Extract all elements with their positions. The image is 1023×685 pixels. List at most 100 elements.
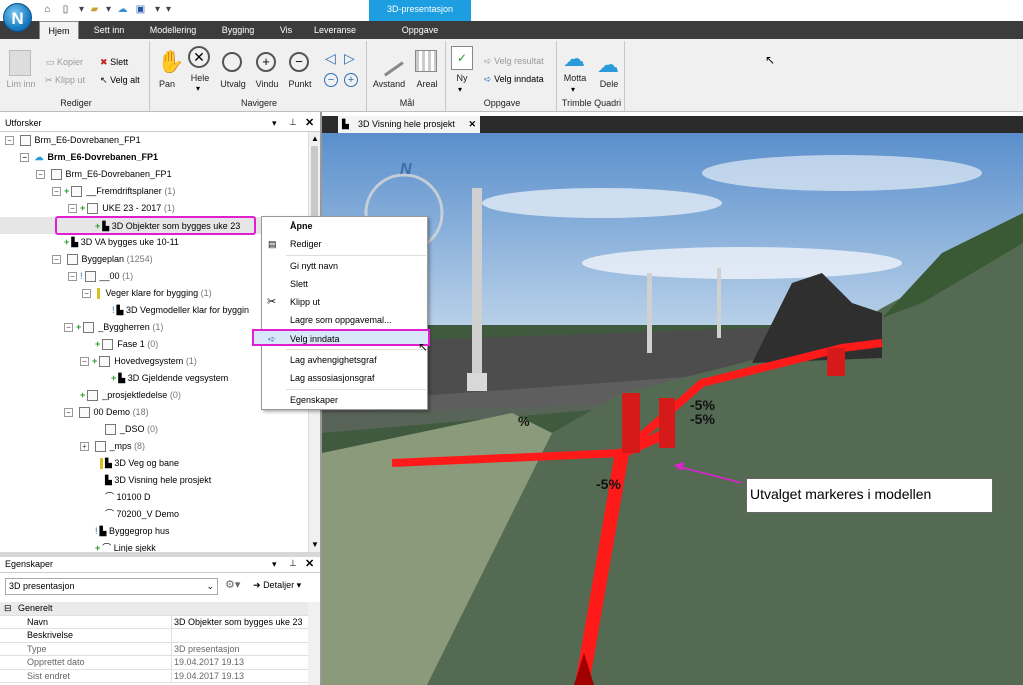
tree-item[interactable]: − + Hovedvegsystem (1) (80, 353, 197, 370)
tree-item[interactable]: + ▙ 3D Gjeldende vegsystem (111, 370, 228, 387)
tree-item[interactable]: − 00 Demo (18) (64, 404, 149, 421)
tab-sett-inn[interactable]: Sett inn (85, 21, 133, 39)
receive-button[interactable]: Motta (561, 73, 589, 83)
tree-item[interactable]: ! ▙ Byggegrop hus (95, 523, 169, 540)
close-tab-icon[interactable]: ✕ (468, 116, 476, 133)
panel-menu-icon[interactable]: ▾ (272, 118, 277, 129)
collapse-icon[interactable]: − (52, 255, 61, 265)
tree-item[interactable]: ▙ 3D Veg og bane (100, 455, 179, 472)
properties-scrollbar[interactable] (308, 602, 320, 685)
share-button[interactable]: Dele (595, 79, 623, 89)
details-button[interactable]: ➜ Detaljer ▾ (253, 580, 301, 591)
settings-gear-icon[interactable]: ⚙▾ (225, 578, 240, 591)
tree-item[interactable]: ⌒ 10100 D (105, 489, 151, 506)
pin-icon[interactable]: ⊥ (289, 117, 297, 128)
zoom-in-icon[interactable]: + (344, 73, 358, 87)
zoom-window-button[interactable]: Vindu (252, 79, 282, 89)
tree-item[interactable]: + ▙ 3D VA bygges uke 10-11 (64, 234, 179, 251)
tree-item[interactable]: − Veger klare for bygging (1) (82, 285, 212, 302)
menu-item-edit[interactable]: ▤ Rediger (262, 236, 427, 253)
new-task-button[interactable]: Ny (450, 73, 474, 83)
menu-item-association-graph[interactable]: Lag assosiasjonsgraf (262, 370, 427, 387)
cut-button[interactable]: ✂ Klipp ut (45, 75, 85, 86)
pan-button[interactable]: Pan (153, 79, 181, 89)
zoom-point-button[interactable]: Punkt (285, 79, 315, 89)
tree-item[interactable]: + _prosjektledelse (0) (80, 387, 181, 404)
tree-item-selected[interactable]: + ▙ 3D Objekter som bygges uke 23 (55, 216, 256, 235)
menu-item-dependency-graph[interactable]: Lag avhengighetsgraf (262, 352, 427, 369)
tree-item[interactable]: − + __Fremdriftsplaner (1) (52, 183, 175, 200)
tree-item[interactable]: −! __00 (1) (68, 268, 133, 285)
dropdown-arrow-icon[interactable]: ▾ (75, 3, 88, 16)
collapse-icon[interactable]: − (36, 170, 45, 180)
tree-item[interactable]: + _mps (8) (80, 438, 145, 455)
tree-item[interactable]: − ☁ Brm_E6-Dovrebanen_FP1 (20, 149, 158, 166)
menu-item-open[interactable]: Åpne (262, 218, 427, 235)
save-icon[interactable]: ▣ (134, 3, 147, 16)
distance-button[interactable]: Avstand (371, 79, 407, 89)
property-value[interactable] (171, 629, 308, 642)
collapse-icon[interactable]: − (68, 272, 77, 282)
menu-item-rename[interactable]: Gi nytt navn (262, 258, 427, 275)
document-tab[interactable]: ▙ 3D Visning hele prosjekt ✕ (338, 116, 480, 133)
previous-view-icon[interactable]: ◁ (325, 50, 336, 67)
tree-item[interactable]: ⌒ 70200_V Demo (105, 506, 179, 523)
property-row[interactable]: Navn 3D Objekter som bygges uke 23 (0, 615, 308, 629)
menu-item-cut[interactable]: ✂ Klipp ut (262, 294, 427, 311)
expand-icon[interactable]: + (80, 442, 89, 452)
tree-item[interactable]: _DSO (0) (105, 421, 158, 438)
collapse-icon[interactable]: − (5, 136, 14, 146)
collapse-icon[interactable]: ⊟ (4, 602, 12, 615)
select-input-button[interactable]: ➪ Velg inndata (484, 74, 544, 85)
tree-item[interactable]: + Fase 1 (0) (95, 336, 158, 353)
tree-item[interactable]: − Brm_E6-Dovrebanen_FP1 (5, 132, 141, 149)
tree-item[interactable]: ! ▙ 3D Vegmodeller klar for byggin (112, 302, 249, 319)
property-row[interactable]: Beskrivelse (0, 629, 308, 643)
collapse-icon[interactable]: − (64, 408, 73, 418)
collapse-icon[interactable]: − (80, 357, 89, 367)
tab-modellering[interactable]: Modellering (140, 21, 206, 39)
close-icon[interactable]: ✕ (305, 557, 314, 570)
tab-leveranse[interactable]: Leveranse (306, 21, 364, 39)
scroll-up-icon[interactable]: ▲ (311, 134, 319, 143)
properties-object-select[interactable]: 3D presentasjon ⌄ (5, 578, 218, 595)
customize-toolbar-icon[interactable]: ▾ (162, 3, 175, 16)
pin-icon[interactable]: ⊥ (289, 558, 297, 569)
select-all-button[interactable]: ↖ Velg alt (100, 75, 140, 86)
zoom-selection-button[interactable]: Utvalg (218, 79, 248, 89)
next-view-icon[interactable]: ▷ (344, 50, 355, 67)
tab-hjem[interactable]: Hjem (39, 21, 79, 39)
panel-menu-icon[interactable]: ▾ (272, 559, 277, 570)
collapse-icon[interactable]: − (20, 153, 29, 163)
new-document-icon[interactable]: ▯ (59, 3, 72, 16)
section-header[interactable]: ⊟ Generelt (0, 602, 308, 616)
collapse-icon[interactable]: − (64, 323, 73, 333)
delete-button[interactable]: ✖ Slett (100, 57, 128, 68)
tree-item[interactable]: ▙ 3D Visning hele prosjekt (105, 472, 211, 489)
menu-item-select-input[interactable]: ➪ Velg inndata (252, 329, 430, 346)
tab-vis[interactable]: Vis (270, 21, 302, 39)
tree-item[interactable]: − + UKE 23 - 2017 (1) (68, 200, 175, 217)
collapse-icon[interactable]: − (52, 187, 61, 197)
collapse-icon[interactable]: − (68, 204, 77, 214)
menu-item-save-as-template[interactable]: Lagre som oppgavemal... (262, 312, 427, 329)
copy-button[interactable]: ▭ Kopier (46, 57, 83, 68)
tree-item[interactable]: − Byggeplan (1254) (52, 251, 153, 268)
close-icon[interactable]: ✕ (305, 116, 314, 129)
paste-button[interactable]: Lim inn (4, 79, 38, 89)
tree-item[interactable]: − + _Byggherren (1) (64, 319, 163, 336)
dropdown-arrow-icon[interactable]: ▾ (102, 3, 115, 16)
select-result-button[interactable]: ➪ Velg resultat (484, 56, 544, 67)
tab-oppgave[interactable]: Oppgave (372, 21, 468, 39)
property-value[interactable]: 3D Objekter som bygges uke 23 (171, 615, 308, 629)
property-row[interactable]: Opprettet dato 19.04.2017 19.13 (0, 656, 308, 670)
menu-item-properties[interactable]: Egenskaper (262, 392, 427, 409)
home-icon[interactable]: ⌂ (41, 3, 54, 16)
cloud-icon[interactable]: ☁ (116, 3, 129, 16)
scroll-down-icon[interactable]: ▼ (311, 540, 319, 549)
property-row[interactable]: Sist endret 19.04.2017 19.13 (0, 669, 308, 683)
area-button[interactable]: Areal (412, 79, 442, 89)
property-row[interactable]: Type 3D presentasjon (0, 642, 308, 656)
app-logo-button[interactable]: N (3, 3, 32, 32)
menu-item-delete[interactable]: Slett (262, 276, 427, 293)
